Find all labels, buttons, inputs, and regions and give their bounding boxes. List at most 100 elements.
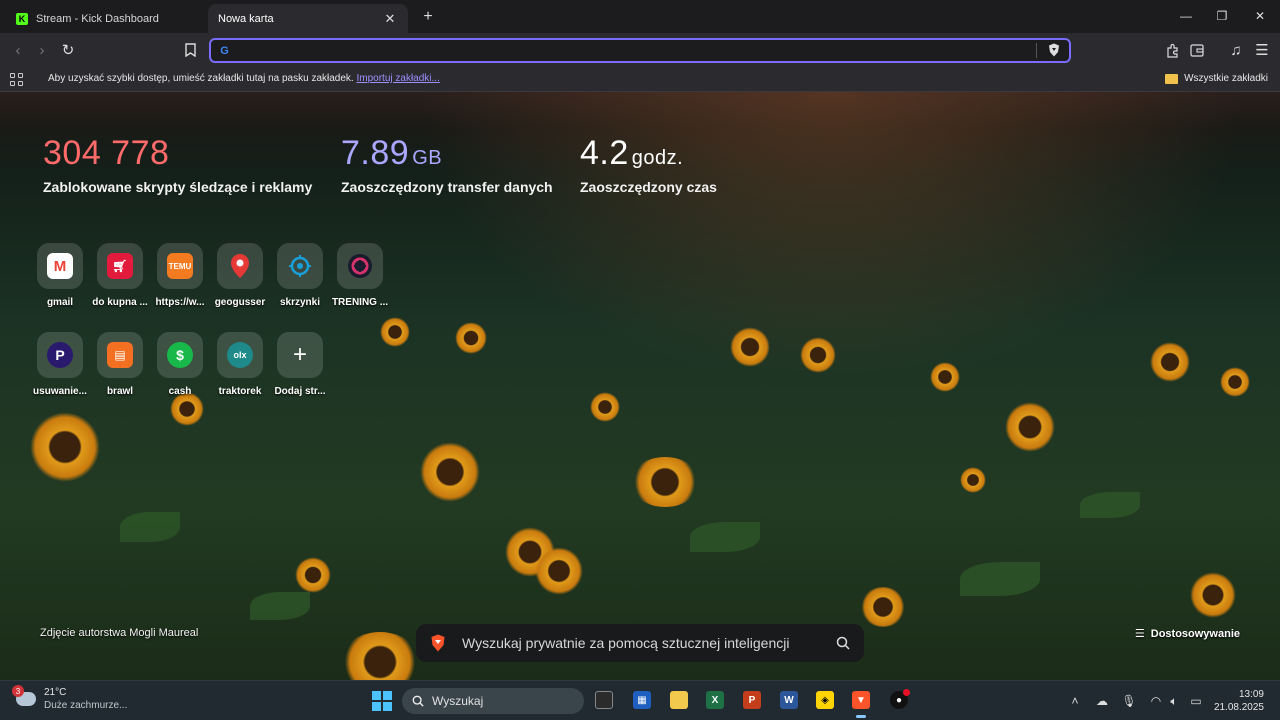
volume-icon[interactable]: 🔈︎ [1166,693,1182,709]
top-site-traktorek[interactable]: olx traktorek [208,332,272,397]
gmail-icon: M [47,253,73,279]
store-icon[interactable]: ▦ [633,691,651,709]
search-icon[interactable] [836,636,850,650]
top-site-brawl[interactable]: ▤ brawl [88,332,152,397]
top-site-label: brawl [106,386,134,397]
top-site-label: traktorek [218,386,262,397]
active-app-indicator [856,715,866,718]
clock[interactable]: 13:09 21.08.2025 [1214,688,1264,714]
tab-strip: K Stream - Kick Dashboard Nowa karta ✕ +… [0,0,1280,33]
target-icon [289,255,311,277]
top-site-skrzynki[interactable]: skrzynki [268,243,332,308]
add-top-site[interactable]: + Dodaj str... [268,332,332,397]
top-site-do-kupna[interactable]: 🛒︎ do kupna ... [88,243,152,308]
stat-value: 4.2 godz. [580,134,684,172]
address-bar[interactable]: G [209,38,1071,63]
reload-button[interactable]: ↻ [58,40,78,60]
top-site-usuwanie[interactable]: P usuwanie... [28,332,92,397]
menu-icon[interactable]: ☰ [1252,40,1272,60]
task-view-icon[interactable] [595,691,613,709]
bookmarks-hint: Aby uzyskać szybki dostęp, umieść zakład… [48,73,440,84]
brave-lion-icon [431,634,445,652]
tab-kick-dashboard[interactable]: K Stream - Kick Dashboard [6,4,206,33]
ai-search-box[interactable]: Wyszukaj prywatnie za pomocą sztucznej i… [416,624,864,662]
forward-button[interactable]: › [32,40,52,60]
notification-badge: 3 [12,685,24,697]
cash-icon: $ [167,342,193,368]
top-site-gmail[interactable]: M gmail [28,243,92,308]
all-bookmarks-button[interactable]: Wszystkie zakładki [1165,73,1268,84]
file-explorer-icon[interactable] [670,691,688,709]
plus-icon: + [292,341,307,368]
customize-label: Dostosowywanie [1150,627,1240,640]
taskbar: 3 21°C Duże zachmurze... Wyszukaj ▦ X P … [0,680,1280,720]
top-site-label: usuwanie... [33,386,87,397]
import-bookmarks-link[interactable]: Importuj zakładki... [356,73,439,84]
photo-credit[interactable]: Zdjęcie autorstwa Mogli Maureal [40,627,198,639]
start-button[interactable] [372,691,392,711]
recording-dot [903,689,910,696]
onedrive-icon[interactable]: ☁ [1094,693,1110,709]
minimize-button[interactable]: — [1172,6,1200,26]
top-site-trening[interactable]: TRENING ... [328,243,392,308]
customize-button[interactable]: ☰ Dostosowywanie [1134,627,1240,641]
ai-search-placeholder: Wyszukaj prywatnie za pomocą sztucznej i… [462,635,790,651]
address-separator [1036,43,1037,58]
trening-icon [348,254,372,278]
powerpoint-icon[interactable]: P [743,691,761,709]
battery-icon[interactable]: ▭ [1188,693,1204,709]
stat-label: Zaoszczędzony transfer danych [341,179,553,195]
top-site-geogusser[interactable]: geogusser [208,243,272,308]
brave-browser-icon[interactable]: ▼ [852,691,870,709]
back-button[interactable]: ‹ [8,40,28,60]
extensions-icon[interactable] [1162,40,1182,60]
kick-icon: K [16,12,28,25]
toolbar: ‹ › ↻ G ♫ ☰ [0,33,1280,67]
stat-time-saved: 4.2 godz. Zaoszczędzony czas [580,134,717,195]
top-site-label: geogusser [214,297,266,308]
cart-icon: 🛒︎ [107,253,133,279]
excel-icon[interactable]: X [706,691,724,709]
wifi-icon[interactable]: ◠ [1148,693,1164,709]
stat-value: 304 778 [43,134,170,172]
close-tab-icon[interactable]: ✕ [382,11,398,27]
top-site-label: cash [168,386,192,397]
top-site-label: do kupna ... [92,297,148,308]
new-tab-button[interactable]: + [418,7,438,27]
stat-unit: GB [412,147,443,169]
close-window-button[interactable]: ✕ [1246,6,1274,26]
wallet-icon[interactable] [1187,40,1207,60]
p-icon: P [47,342,73,368]
taskbar-search[interactable]: Wyszukaj [402,688,584,714]
top-site-temu[interactable]: TEMU https://w... [148,243,212,308]
stat-unit: godz. [631,147,684,169]
media-icon[interactable]: ♫ [1226,40,1246,60]
top-site-label: gmail [46,297,74,308]
folder-icon [1165,73,1179,84]
weather-temp: 21°C [44,687,67,698]
top-site-label: skrzynki [279,297,321,308]
tab-title: Stream - Kick Dashboard [36,12,159,25]
top-site-cash[interactable]: $ cash [148,332,212,397]
map-pin-icon [231,254,249,278]
shield-app-icon[interactable]: ◈ [816,691,834,709]
bookmark-icon[interactable] [180,40,200,60]
brave-shields-icon[interactable] [1048,43,1060,57]
bookmarks-hint-text: Aby uzyskać szybki dostęp, umieść zakład… [48,73,354,84]
restore-button[interactable]: ❐ [1208,6,1236,26]
olx-icon: olx [227,342,253,368]
address-input[interactable] [237,42,1037,60]
tab-new-tab[interactable]: Nowa karta ✕ [208,4,408,33]
brawl-icon: ▤ [107,342,133,368]
stat-label: Zablokowane skrypty śledzące i reklamy [43,179,313,195]
clock-time: 13:09 [1238,689,1264,700]
stat-label: Zaoszczędzony czas [580,179,717,195]
apps-grid-icon[interactable] [10,73,23,86]
bookmarks-bar: Aby uzyskać szybki dostęp, umieść zakład… [0,67,1280,92]
customize-icon: ☰ [1134,628,1145,640]
new-tab-page: 304 778 Zablokowane skrypty śledzące i r… [0,92,1280,680]
microphone-icon[interactable]: 🎙︎ [1121,693,1137,709]
weather-widget[interactable]: 3 21°C Duże zachmurze... [12,685,127,712]
chevron-up-icon[interactable]: ˄ [1067,693,1083,709]
word-icon[interactable]: W [780,691,798,709]
